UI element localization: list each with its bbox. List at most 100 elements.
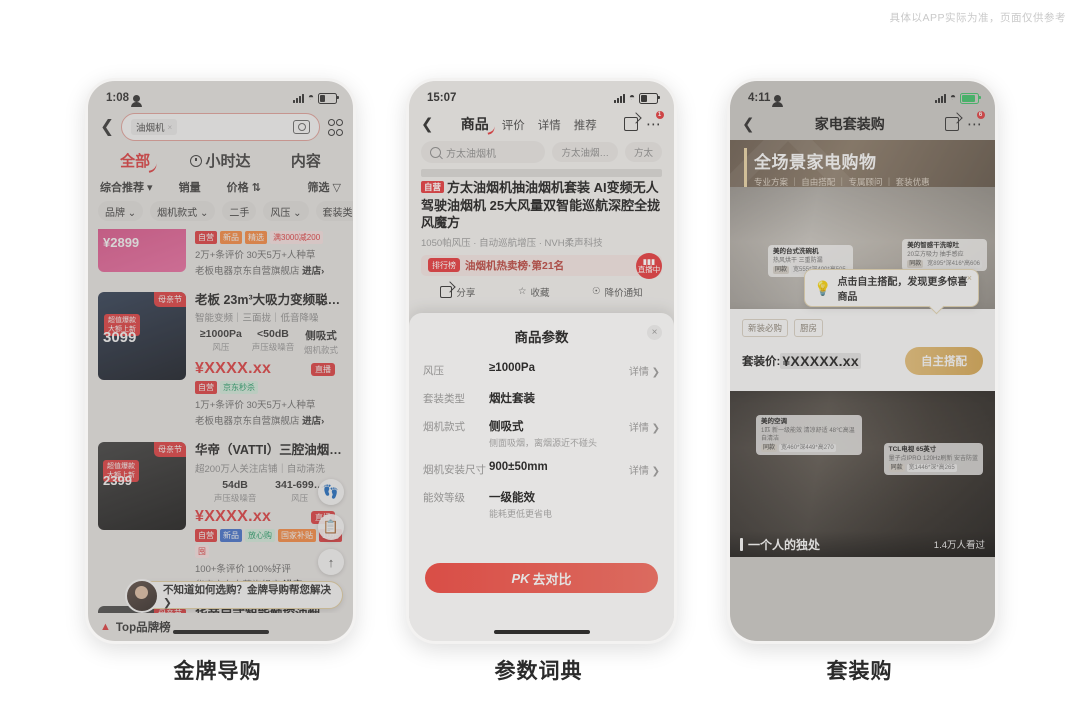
back-button[interactable]: ❮ xyxy=(100,117,114,137)
chip-kitchen[interactable]: 厨房 xyxy=(794,319,824,337)
hotspot-label[interactable]: TCL电视 65英寸 量子点IPRO 120Hz刷新 安吉防蓝 同款 宽1446*… xyxy=(883,443,983,475)
chip-wind-pressure[interactable]: 风压 ⌄ xyxy=(263,201,309,221)
sort-recommended[interactable]: 综合推荐 ▾ xyxy=(100,179,153,195)
param-key: 烟机款式 xyxy=(423,421,465,433)
search-chip-1[interactable]: 方太油烟… xyxy=(552,142,618,162)
price-alert-action[interactable]: ☉ 降价通知 xyxy=(592,285,643,299)
filter-chips: 品牌 ⌄ 烟机款式 ⌄ 二手 风压 ⌄ 套装类型 ⌄ xyxy=(88,198,353,226)
shop-name: 老板电器京东自营旗舰店 xyxy=(195,266,300,277)
camera-icon[interactable] xyxy=(293,120,310,134)
status-time: 15:07 xyxy=(427,92,457,104)
close-icon[interactable]: × xyxy=(168,123,173,132)
param-row[interactable]: 套装类型 烟灶套装 xyxy=(409,384,674,412)
home-indicator xyxy=(172,630,269,634)
list-item[interactable]: ¥2899 自营 新品 精选 满3000减200 2万+条评价 30天5万+人种… xyxy=(88,229,353,285)
product-image[interactable]: 母亲节 超值爆款 大额上新 2399 xyxy=(98,442,186,531)
product-image[interactable]: ¥2899 xyxy=(98,229,186,272)
product-title[interactable]: 老板 23m³大吸力变频聪明油烟机 xyxy=(195,292,343,308)
tab-recommend[interactable]: 推荐 xyxy=(574,117,597,133)
live-badge[interactable]: ▮▮▮ 直播中 xyxy=(636,253,662,279)
person-icon xyxy=(131,94,143,107)
chip-new-home[interactable]: 新装必购 xyxy=(742,319,789,337)
product-shop[interactable]: 老板电器京东自营旗舰店 进店› xyxy=(195,413,343,427)
tooltip-diy[interactable]: 💡 点击自主搭配，发现更多惊喜商品 × xyxy=(804,269,979,307)
more-options-icon[interactable]: ⋯ 1 xyxy=(646,111,664,133)
favorite-action[interactable]: ☆ 收藏 xyxy=(518,285,550,299)
list-item[interactable]: 母亲节 超值爆款大额上新 3099 老板 23m³大吸力变频聪明油烟机 智能变频… xyxy=(88,285,353,435)
share-icon[interactable] xyxy=(944,117,959,131)
param-row[interactable]: 风压 ≥1000Pa 详情 ❯ xyxy=(409,356,674,384)
filter-button[interactable]: 筛选 ▽ xyxy=(307,179,341,195)
sort-sales[interactable]: 销量 xyxy=(179,179,201,195)
product-shop[interactable]: 老板电器京东自营旗舰店 进店› xyxy=(195,263,343,277)
product-title[interactable]: 华帝（VATTI）三腔油烟机·启… xyxy=(195,442,343,458)
more-options-icon[interactable]: ⋯ 6 xyxy=(967,111,985,133)
product-title[interactable]: 自营 方太油烟机抽油烟机套装 AI变频无人驾驶油烟机 25大风量双智能巡航深腔全拢… xyxy=(409,177,674,232)
param-value-wrap: ≥1000Pa xyxy=(489,362,629,374)
scene-card-list[interactable]: 美的台式洗碗机 热风烘干 三重防漏 同款宽555*深400*高505 美的智感干… xyxy=(730,187,995,641)
hotspot-spec: 1匹 新一级能效 清凉舒适 48℃高温自清洁 xyxy=(761,427,855,442)
chip-hood-style[interactable]: 烟机款式 ⌄ xyxy=(150,201,216,221)
compare-button[interactable]: PK 去对比 xyxy=(425,563,658,593)
price-label: 套装价: xyxy=(742,356,781,368)
search-input[interactable]: 方太油烟机 xyxy=(421,141,546,163)
grid-view-icon[interactable] xyxy=(328,118,343,136)
param-more-link[interactable]: 详情 ❯ xyxy=(629,362,660,378)
bottom-brand-bar[interactable]: ▲ Top品牌榜 xyxy=(88,613,353,641)
live-badge[interactable]: 直播 xyxy=(311,363,335,377)
scene-card[interactable]: 美的空调 1匹 新一级能效 清凉舒适 48℃高温自清洁 同款 宽460*深449*… xyxy=(730,375,995,557)
param-value: 烟灶套装 xyxy=(489,393,535,405)
param-desc: 侧面吸烟，离烟源近不碰头 xyxy=(489,438,598,448)
enter-shop-link[interactable]: 进店› xyxy=(302,416,324,427)
product-image[interactable]: 母亲节 超值爆款 大额上新 3099 xyxy=(98,292,186,380)
search-chip-2[interactable]: 方太 xyxy=(624,142,662,162)
chip-set-type[interactable]: 套装类型 ⌄ xyxy=(315,201,353,221)
param-more-link[interactable]: 详情 ❯ xyxy=(629,418,660,434)
back-to-top-icon[interactable]: ↑ xyxy=(318,549,344,575)
coupon-icon[interactable]: 📋 xyxy=(318,514,344,540)
chip-secondhand[interactable]: 二手 xyxy=(222,201,257,221)
back-button[interactable]: ❮ xyxy=(421,115,434,133)
tab-all[interactable]: 全部 xyxy=(120,150,150,171)
enter-shop-link[interactable]: 进店› xyxy=(302,266,324,277)
status-time: 1:08 xyxy=(106,92,130,104)
festival-badge: 母亲节 xyxy=(154,292,186,307)
search-bar-row: ❮ 油烟机 × xyxy=(88,111,353,147)
search-icon xyxy=(430,146,441,158)
param-row[interactable]: 烟机安装尺寸 900±50mm 详情 ❯ xyxy=(409,455,674,483)
gold-guide-pill[interactable]: 不知道如何选购？金牌导购帮您解决 ❯ xyxy=(125,579,343,613)
close-icon[interactable]: × xyxy=(967,273,972,283)
hotspot-label[interactable]: 美的空调 1匹 新一级能效 清凉舒适 48℃高温自清洁 同款 宽460*深449*… xyxy=(756,415,862,456)
price-row: 套装价: ¥XXXXX.xx 自主搭配 xyxy=(730,337,995,375)
footprint-icon[interactable]: 👣 xyxy=(318,479,344,505)
tab-details[interactable]: 详情 xyxy=(538,117,561,133)
list-item[interactable]: 母亲节 超值爆款大额上新 2399 华帝（VATTI）三腔油烟机·启… 超200… xyxy=(88,435,353,598)
tab-content[interactable]: 内容 xyxy=(291,150,321,171)
hotspot-tag: 同款 xyxy=(907,259,924,268)
product-info: 老板 23m³大吸力变频聪明油烟机 智能变频｜三面拢｜低音降噪 ≥1000Pa风… xyxy=(195,292,343,427)
param-row[interactable]: 烟机款式 侧吸式 侧面吸烟，离烟源近不碰头 详情 ❯ xyxy=(409,412,674,455)
tab-hourly-delivery[interactable]: 小时达 xyxy=(190,150,251,171)
badge-seckill: 京东秒杀 xyxy=(220,381,258,395)
hotspot-label[interactable]: 美的智感干洗晾吐 20立方吸力 抽手感应 同款 宽895*深416*高606 xyxy=(902,239,987,271)
bundle-shopping-page: 4:11 ◓ ❮ 家电套装购 ⋯ 6 全场景家电购物 专业方案 ｜ 自由搭配 ｜… xyxy=(730,81,995,641)
sort-price[interactable]: 价格 ⇅ xyxy=(227,179,261,195)
badge-self: 自营 xyxy=(421,181,445,193)
search-keyword-tag[interactable]: 油烟机 × xyxy=(131,119,178,135)
param-more-link[interactable]: 详情 ❯ xyxy=(629,461,660,477)
search-input[interactable]: 油烟机 × xyxy=(121,113,320,141)
diy-match-button[interactable]: 自主搭配 xyxy=(905,347,983,375)
close-icon[interactable]: × xyxy=(647,325,662,340)
spec-key: 风压 xyxy=(291,492,309,503)
rank-banner[interactable]: 排行榜 油烟机热卖榜·第21名 › xyxy=(421,254,662,276)
back-button[interactable]: ❮ xyxy=(742,115,755,133)
page-title: 家电套装购 xyxy=(814,116,885,132)
tab-reviews[interactable]: 评价 xyxy=(502,117,525,133)
share-action[interactable]: 分享 xyxy=(440,285,475,299)
tab-product[interactable]: 商品 xyxy=(461,114,489,134)
product-list[interactable]: ¥2899 自营 新品 精选 满3000减200 2万+条评价 30天5万+人种… xyxy=(88,229,353,613)
share-icon[interactable] xyxy=(623,117,638,131)
param-row[interactable]: 能效等级 一级能效 能耗更低更省电 xyxy=(409,483,674,526)
chip-brand[interactable]: 品牌 ⌄ xyxy=(98,201,144,221)
floating-buttons: 👣 📋 ↑ xyxy=(318,479,344,575)
